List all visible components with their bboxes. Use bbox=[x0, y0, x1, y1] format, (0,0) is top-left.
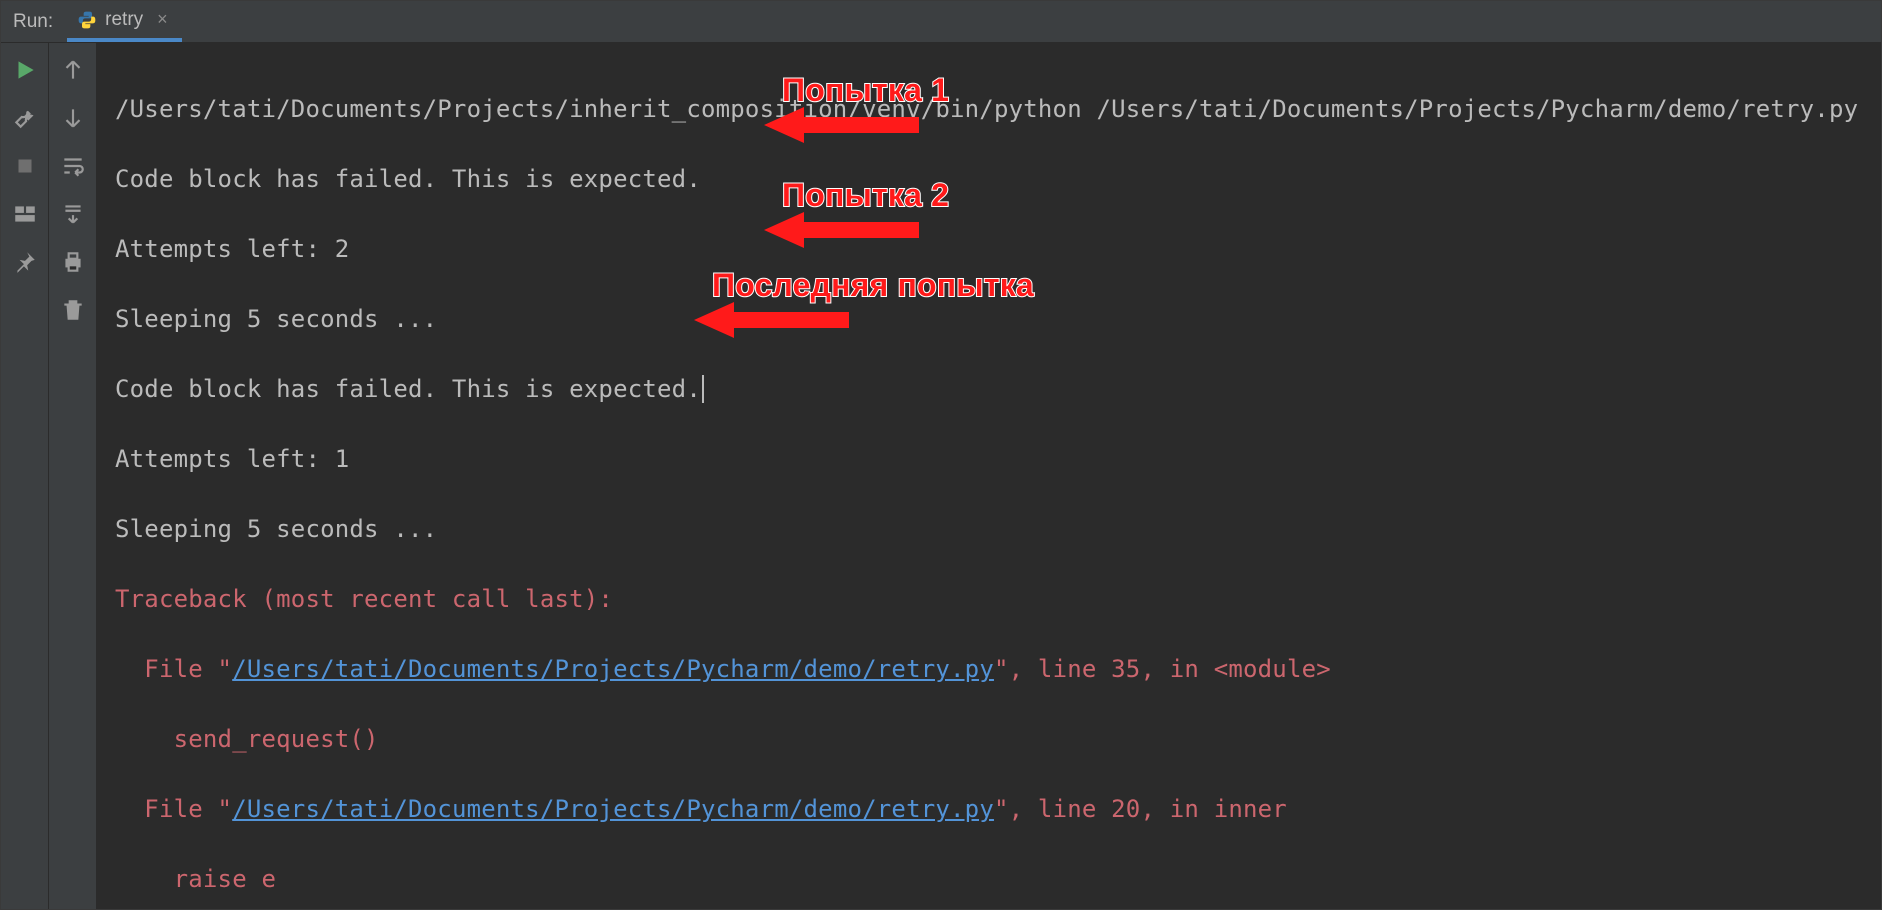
run-tool-window: Run: retry × bbox=[0, 0, 1882, 910]
soft-wrap-icon[interactable] bbox=[60, 153, 86, 179]
layout-icon[interactable] bbox=[12, 201, 38, 227]
run-body: /Users/tati/Documents/Projects/inherit_c… bbox=[1, 43, 1881, 909]
run-header: Run: retry × bbox=[1, 1, 1881, 43]
traceback-code: send_request() bbox=[115, 722, 1863, 757]
annotation-3: Последняя попытка bbox=[547, 265, 1034, 305]
console-line: Sleeping 5 seconds ... bbox=[115, 302, 1863, 337]
arrow-icon bbox=[547, 265, 702, 305]
console-line: Code block has failed. This is expected. bbox=[115, 372, 1863, 407]
console-line: Code block has failed. This is expected. bbox=[115, 162, 1863, 197]
pin-icon[interactable] bbox=[12, 249, 38, 275]
rerun-icon[interactable] bbox=[12, 57, 38, 83]
traceback-frame: File "/Users/tati/Documents/Projects/Pyc… bbox=[115, 652, 1863, 687]
down-arrow-icon[interactable] bbox=[60, 105, 86, 131]
traceback-code: raise e bbox=[115, 862, 1863, 897]
python-file-icon bbox=[77, 10, 97, 30]
print-icon[interactable] bbox=[60, 249, 86, 275]
file-link[interactable]: /Users/tati/Documents/Projects/Pycharm/d… bbox=[232, 655, 994, 683]
traceback-frame: File "/Users/tati/Documents/Projects/Pyc… bbox=[115, 792, 1863, 827]
stop-icon[interactable] bbox=[12, 153, 38, 179]
annotation-label: Последняя попытка bbox=[712, 268, 1034, 303]
console-line: Attempts left: 1 bbox=[115, 442, 1863, 477]
console-output[interactable]: /Users/tati/Documents/Projects/inherit_c… bbox=[97, 43, 1881, 909]
close-icon[interactable]: × bbox=[157, 9, 168, 30]
traceback-header: Traceback (most recent call last): bbox=[115, 582, 1863, 617]
wrench-icon[interactable] bbox=[12, 105, 38, 131]
scroll-to-end-icon[interactable] bbox=[60, 201, 86, 227]
run-tab-retry[interactable]: retry × bbox=[67, 1, 182, 42]
console-line: Sleeping 5 seconds ... bbox=[115, 512, 1863, 547]
up-arrow-icon[interactable] bbox=[60, 57, 86, 83]
left-toolbar-1 bbox=[1, 43, 49, 909]
tab-label: retry bbox=[105, 9, 143, 31]
left-toolbar-2 bbox=[49, 43, 97, 909]
console-line: /Users/tati/Documents/Projects/inherit_c… bbox=[115, 92, 1863, 127]
file-link[interactable]: /Users/tati/Documents/Projects/Pycharm/d… bbox=[232, 795, 994, 823]
run-label: Run: bbox=[1, 11, 67, 33]
console-line: Attempts left: 2 bbox=[115, 232, 1863, 267]
trash-icon[interactable] bbox=[60, 297, 86, 323]
